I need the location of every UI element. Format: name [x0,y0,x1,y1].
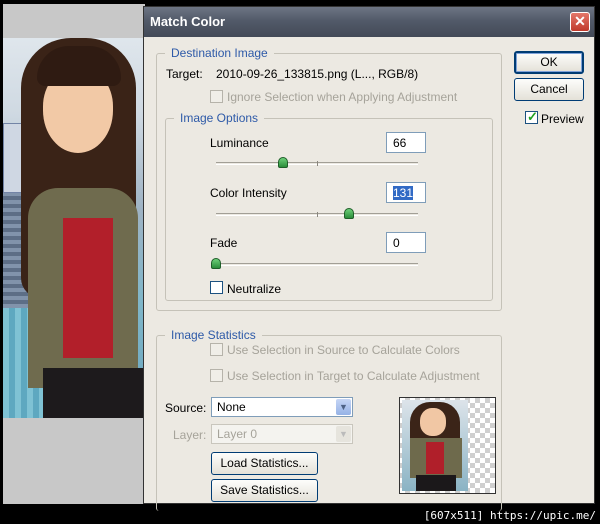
close-icon[interactable]: ✕ [570,12,590,32]
fade-slider-track[interactable] [216,263,418,266]
use-target-selection-label: Use Selection in Target to Calculate Adj… [227,369,480,383]
match-color-dialog: Match Color ✕ Destination Image Target: … [143,6,595,511]
layer-select[interactable]: Layer 0 ▼ [211,424,353,444]
image-watermark: [607x511] https://upic.me/ [423,509,596,522]
source-label: Source: [165,401,207,415]
document-canvas [3,4,145,504]
checkmark-icon: ✓ [527,109,538,124]
preview-label: Preview [541,112,584,126]
neutralize-label: Neutralize [227,282,282,296]
neutralize-checkbox[interactable] [210,281,223,294]
cancel-button[interactable]: Cancel [514,78,584,101]
color-intensity-label: Color Intensity [210,186,287,200]
source-select[interactable]: None ▼ [211,397,353,417]
use-source-selection-label: Use Selection in Source to Calculate Col… [227,343,460,357]
use-target-selection-checkbox[interactable] [210,369,223,382]
screenshot-frame: Match Color ✕ Destination Image Target: … [0,0,600,524]
image-statistics-legend: Image Statistics [165,328,262,342]
load-statistics-button[interactable]: Load Statistics... [211,452,318,475]
chevron-down-icon[interactable]: ▼ [336,426,351,442]
document-photo [3,38,143,418]
target-value: 2010-09-26_133815.png (L..., RGB/8) [216,67,419,81]
target-label: Target: [166,67,203,81]
ok-button[interactable]: OK [514,51,584,74]
dialog-title: Match Color [150,14,226,29]
chevron-down-icon[interactable]: ▼ [336,399,351,415]
image-options-legend: Image Options [174,111,265,125]
layer-label: Layer: [173,428,207,442]
ignore-selection-label: Ignore Selection when Applying Adjustmen… [227,90,458,104]
fade-input[interactable]: 0 [386,232,426,253]
use-source-selection-checkbox[interactable] [210,343,223,356]
fade-slider-thumb[interactable] [211,258,221,269]
color-intensity-slider-thumb[interactable] [344,208,355,219]
luminance-label: Luminance [210,136,269,150]
luminance-input[interactable]: 66 [386,132,426,153]
destination-image-legend: Destination Image [165,46,274,60]
color-intensity-input[interactable]: 131 [386,182,426,203]
ignore-selection-checkbox[interactable] [210,90,223,103]
fade-label: Fade [210,236,238,250]
save-statistics-button[interactable]: Save Statistics... [211,479,318,502]
dialog-titlebar[interactable]: Match Color ✕ [144,7,594,37]
luminance-slider-thumb[interactable] [277,157,288,168]
source-thumbnail [399,397,496,494]
preview-checkbox[interactable]: ✓ [525,109,538,124]
